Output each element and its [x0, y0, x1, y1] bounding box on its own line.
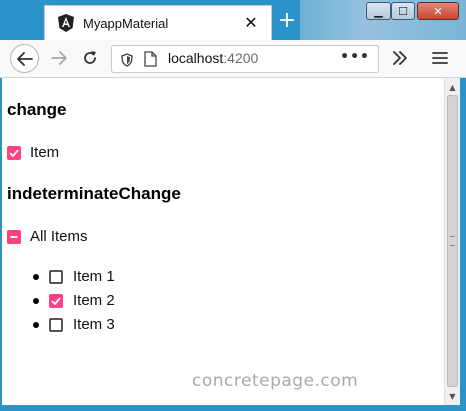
- new-tab-button[interactable]: +: [276, 10, 298, 32]
- bullet-icon: [33, 321, 39, 328]
- window-maximize-button[interactable]: ☐: [391, 2, 415, 20]
- checkbox-label[interactable]: All Items: [30, 228, 88, 245]
- window-frame-left: [0, 78, 2, 411]
- window-close-button[interactable]: ✕: [417, 2, 459, 20]
- page-actions-menu-icon[interactable]: •••: [340, 49, 370, 65]
- list-item[interactable]: Item 3: [33, 316, 115, 333]
- checkbox-label[interactable]: Item 1: [73, 268, 115, 285]
- url-host: localhost: [168, 50, 224, 66]
- url-text[interactable]: localhost:4200: [168, 50, 258, 66]
- indeterminate-change-heading: indeterminateChange: [7, 184, 181, 203]
- forward-arrow-icon[interactable]: [49, 48, 69, 68]
- list-item[interactable]: Item 2: [33, 292, 115, 309]
- url-bar[interactable]: localhost:4200 •••: [111, 45, 379, 73]
- grip-icon: [450, 236, 455, 246]
- page-content: change Item indeterminateChange All Item…: [0, 78, 444, 405]
- chevron-double-right-icon[interactable]: [390, 48, 410, 68]
- navigation-toolbar: localhost:4200 •••: [0, 40, 466, 78]
- checkbox-indeterminate-icon[interactable]: [7, 229, 21, 244]
- checkbox-label[interactable]: Item 2: [73, 292, 115, 309]
- tab-title: MyappMaterial: [83, 15, 169, 31]
- page-icon[interactable]: [144, 51, 158, 67]
- scroll-down-arrow-icon[interactable]: ▼: [445, 389, 460, 403]
- all-items-checkbox[interactable]: All Items: [7, 228, 88, 245]
- tab-close-icon[interactable]: ✕: [243, 15, 259, 31]
- vertical-scrollbar[interactable]: ▲ ▼: [444, 78, 460, 405]
- browser-tab[interactable]: MyappMaterial ✕: [44, 5, 272, 40]
- checkbox-label[interactable]: Item 3: [73, 316, 115, 333]
- watermark-text: concretepage.com: [192, 371, 359, 391]
- url-port: :4200: [223, 50, 259, 66]
- window-frame-right: [460, 78, 466, 411]
- window-minimize-button[interactable]: ▁: [366, 2, 391, 20]
- scrollbar-thumb[interactable]: [447, 95, 458, 387]
- list-item[interactable]: Item 1: [33, 268, 115, 285]
- reload-icon[interactable]: [80, 48, 100, 68]
- window-frame-bottom: [0, 405, 466, 411]
- checkbox-checked-icon[interactable]: [7, 145, 21, 160]
- bullet-icon: [33, 297, 39, 304]
- checkbox-label[interactable]: Item: [30, 144, 59, 161]
- hamburger-menu-icon[interactable]: [430, 48, 450, 68]
- back-arrow-icon[interactable]: [10, 44, 39, 73]
- checkbox-unchecked-icon[interactable]: [49, 317, 63, 332]
- bullet-icon: [33, 273, 39, 280]
- checkbox-checked-icon[interactable]: [49, 293, 63, 308]
- change-heading: change: [7, 100, 67, 119]
- shield-icon[interactable]: [120, 52, 134, 67]
- checkbox-unchecked-icon[interactable]: [49, 269, 63, 284]
- angular-icon: [57, 14, 75, 32]
- item-checkbox[interactable]: Item: [7, 144, 59, 161]
- scroll-up-arrow-icon[interactable]: ▲: [445, 80, 460, 94]
